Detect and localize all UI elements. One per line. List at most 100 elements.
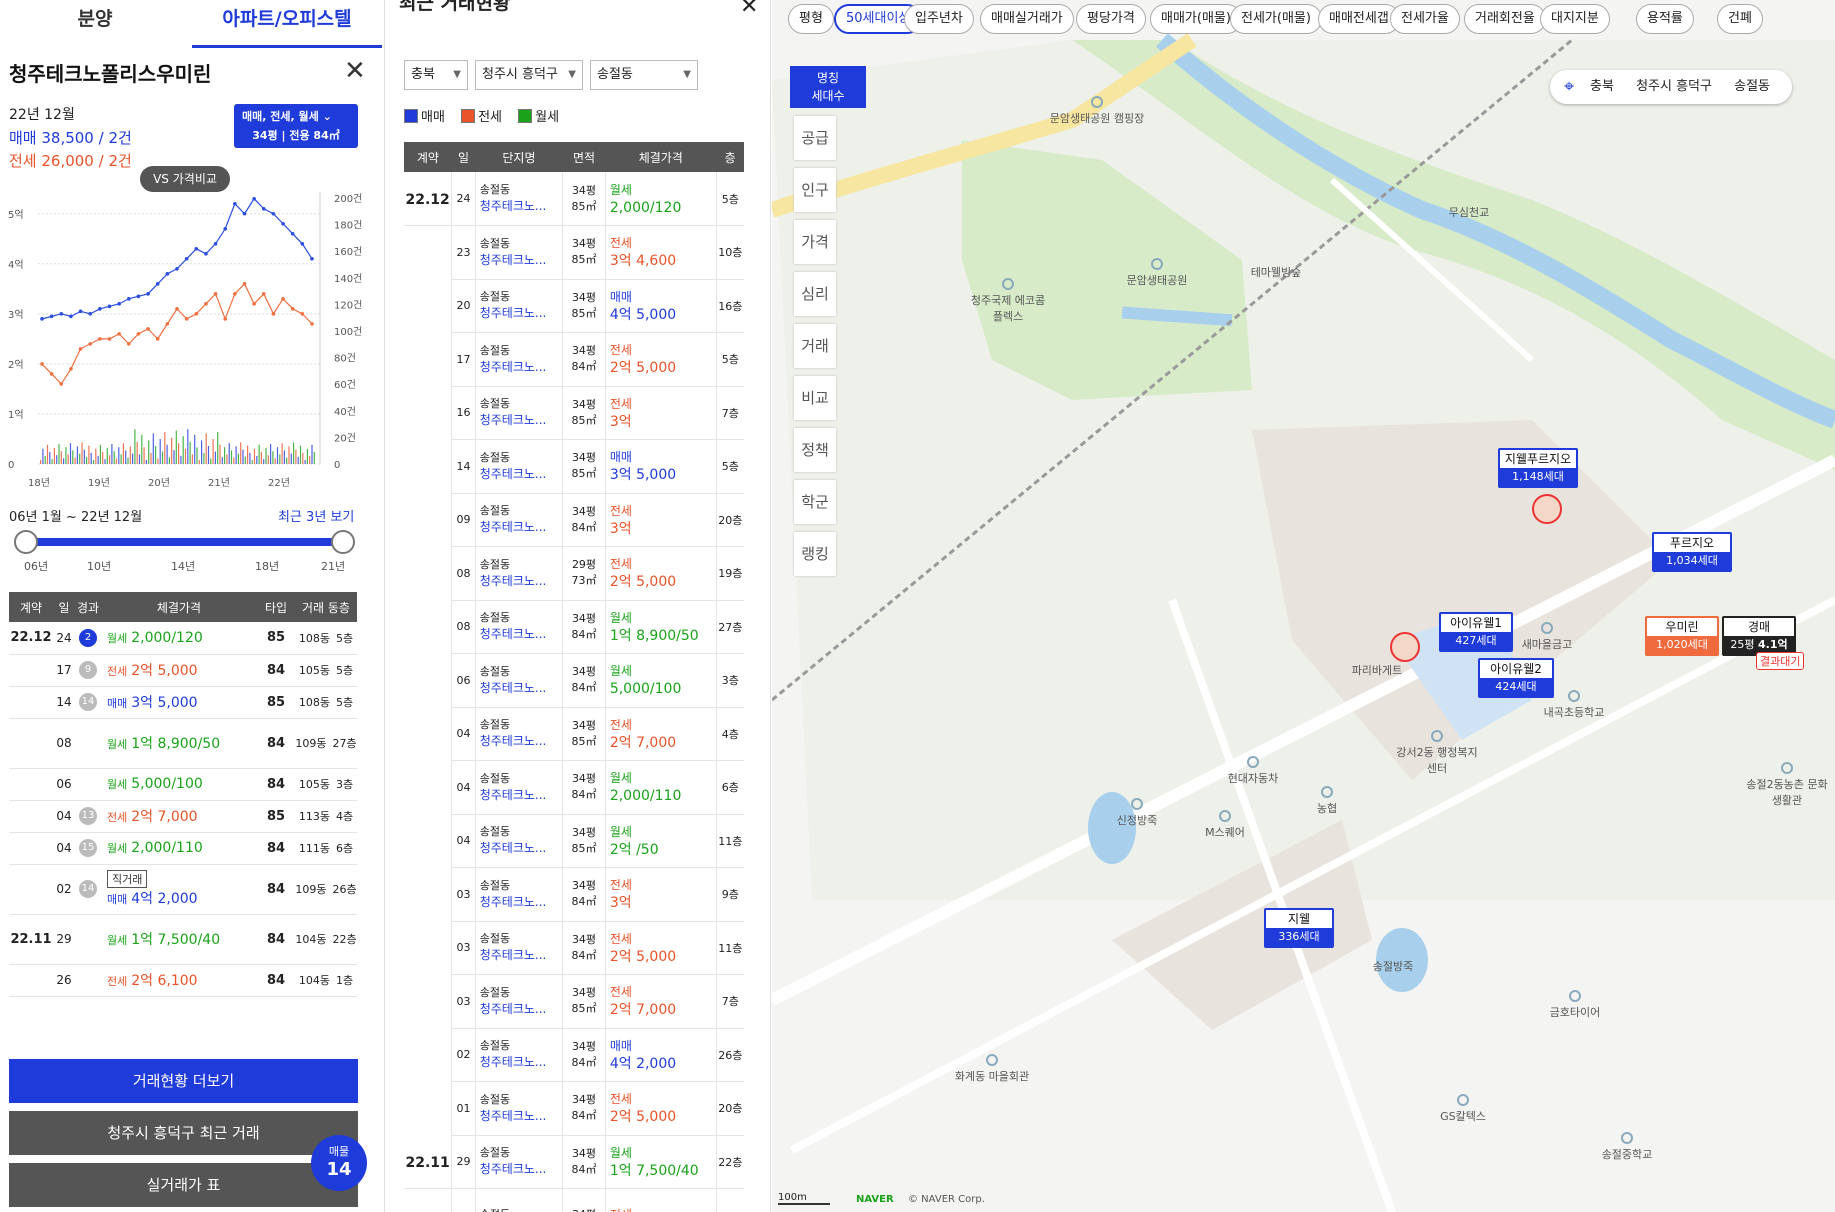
filter-chip[interactable]: 전세가(매물)	[1230, 4, 1322, 34]
table-row[interactable]: 04 송절동 청주테크노... 34평 85㎡ 월세 2억 /50 11층	[404, 814, 744, 868]
close-icon[interactable]: ✕	[740, 0, 758, 19]
place-label[interactable]: 청주국제 에코콤플렉스	[968, 278, 1048, 324]
table-row[interactable]: 22.12 24 송절동 청주테크노... 34평 85㎡ 월세 2,000/120 5층	[404, 172, 744, 226]
place-label[interactable]: 송절중학교	[1592, 1132, 1662, 1162]
table-row[interactable]: 03 송절동 청주테크노... 34평 84㎡ 전세 3억 9층	[404, 867, 744, 922]
table-row[interactable]: 20 송절동 청주테크노... 34평 85㎡ 매매 4억 5,000 16층	[404, 279, 744, 333]
side-menu-item[interactable]: 공급	[794, 116, 836, 160]
table-row[interactable]: 06 월세 5,000/100 84 105동 3층	[9, 768, 357, 801]
complex-cell[interactable]: 송절동	[474, 1188, 563, 1212]
sale-swatch[interactable]	[404, 109, 418, 123]
table-row[interactable]: 03 송절동 청주테크노... 34평 84㎡ 전세 2억 5,000 11층	[404, 921, 744, 975]
table-row[interactable]: 04 송절동 청주테크노... 34평 85㎡ 전세 2억 7,000 4층	[404, 707, 744, 761]
filter-chip[interactable]: 전세가율	[1390, 4, 1460, 34]
range-slider-end-handle[interactable]	[331, 530, 355, 554]
complex-cell[interactable]: 송절동 청주테크노...	[474, 814, 563, 868]
complex-cell[interactable]: 송절동 청주테크노...	[474, 439, 563, 494]
filter-chip[interactable]: 평당가격	[1076, 4, 1146, 34]
side-menu-item[interactable]: 인구	[794, 168, 836, 212]
side-menu-item[interactable]: 심리	[794, 272, 836, 316]
more-deals-button[interactable]: 거래현황 더보기	[9, 1059, 358, 1103]
close-icon[interactable]: ✕	[344, 58, 366, 84]
user-avatar[interactable]	[1532, 494, 1562, 524]
complex-cell[interactable]: 송절동 청주테크노...	[474, 332, 563, 387]
user-avatar[interactable]	[1390, 632, 1420, 662]
table-row[interactable]: 송절동34평 전세	[404, 1188, 744, 1212]
tab-bunyang[interactable]: 분양	[0, 0, 190, 48]
side-menu-item[interactable]: 거래	[794, 324, 836, 368]
filter-chip[interactable]: 매매가(매물)	[1150, 4, 1242, 34]
table-row[interactable]: 04 송절동 청주테크노... 34평 84㎡ 월세 2,000/110 6층	[404, 760, 744, 815]
side-menu-item[interactable]: 랭킹	[794, 532, 836, 576]
district-select[interactable]: 청주시 흥덕구 ▼	[475, 60, 583, 90]
dong-select[interactable]: 송절동 ▼	[590, 60, 698, 90]
complex-cell[interactable]: 송절동 청주테크노...	[474, 1081, 563, 1136]
table-row[interactable]: 02 송절동 청주테크노... 34평 84㎡ 매매 4억 2,000 26층	[404, 1028, 744, 1082]
place-label[interactable]: 강서2동 행정복지센터	[1392, 730, 1482, 776]
place-label[interactable]: 무심천교	[1434, 204, 1504, 220]
table-row[interactable]: 04 15 월세 2,000/110 84 111동 6층	[9, 832, 357, 865]
place-label[interactable]: GS칼텍스	[1428, 1094, 1498, 1124]
filter-chip[interactable]: 입주년차	[904, 4, 974, 34]
filter-chip[interactable]: 용적률	[1636, 4, 1694, 34]
table-row[interactable]: 04 13 전세 2억 7,000 85 113동 4층	[9, 800, 357, 833]
location-bar[interactable]: ⌖ 충북 청주시 흥덕구 송절동	[1550, 70, 1792, 104]
table-row[interactable]: 14 14 매매 3억 5,000 85 108동 5층	[9, 686, 357, 719]
complex-marker[interactable]: 푸르지오 1,034세대	[1652, 532, 1732, 572]
listing-count-badge[interactable]: 매물 14	[311, 1135, 367, 1191]
table-row[interactable]: 22.11 29 월세 1억 7,500/40 84 104동 22층	[9, 914, 357, 965]
table-row[interactable]: 22.11 29 송절동 청주테크노... 34평 84㎡ 월세 1억 7,500/40 22층	[404, 1135, 744, 1189]
place-label[interactable]: 문암생태공원	[1112, 258, 1202, 288]
filter-chip[interactable]: 대지지분	[1540, 4, 1610, 34]
place-label[interactable]: 신정방죽	[1102, 798, 1172, 828]
province-select[interactable]: 충북 ▼	[404, 60, 468, 90]
table-row[interactable]: 22.12 24 2 월세 2,000/120 85 108동 5층	[9, 622, 357, 655]
name-households-toggle[interactable]: 명칭 세대수	[790, 66, 866, 108]
real-price-table-button[interactable]: 실거래가 표	[9, 1163, 358, 1207]
filter-chip[interactable]: 거래회전율	[1464, 4, 1546, 34]
place-label[interactable]: M스퀘어	[1190, 810, 1260, 840]
deal-type-select[interactable]: 매매, 전세, 월세 ⌄ 34평 | 전용 84㎡	[234, 104, 358, 148]
complex-cell[interactable]: 송절동 청주테크노...	[474, 386, 563, 440]
tab-apartment-officetel[interactable]: 아파트/오피스텔	[192, 0, 382, 48]
table-row[interactable]: 14 송절동 청주테크노... 34평 85㎡ 매매 3억 5,000 5층	[404, 439, 744, 494]
complex-cell[interactable]: 송절동 청주테크노...	[474, 600, 563, 654]
filter-chip[interactable]: 건폐	[1717, 4, 1763, 34]
map-view[interactable]: 평형 50세대이상 입주년차 매매실거래가 평당가격 매매가(매물) 전세가(매물) 매매전세…	[772, 0, 1835, 1212]
complex-marker[interactable]: 지웰푸르지오 1,148세대	[1498, 448, 1578, 488]
complex-cell[interactable]: 송절동 청주테크노...	[474, 974, 563, 1029]
table-row[interactable]: 06 송절동 청주테크노... 34평 84㎡ 월세 5,000/100 3층	[404, 653, 744, 708]
place-label[interactable]: 내곡초등학교	[1534, 690, 1614, 720]
range-slider-track[interactable]	[24, 538, 342, 546]
umirin-marker[interactable]: 우미린 1,020세대	[1645, 616, 1719, 656]
complex-cell[interactable]: 송절동 청주테크노...	[474, 1028, 563, 1082]
place-label[interactable]: 테마웰빙숲	[1236, 264, 1316, 280]
filter-chip[interactable]: 매매실거래가	[980, 4, 1074, 34]
place-label[interactable]: 파리바게트	[1342, 662, 1412, 678]
table-row[interactable]: 08 송절동 청주테크노... 29평 73㎡ 전세 2억 5,000 19층	[404, 546, 744, 601]
place-label[interactable]: 송절방죽	[1358, 958, 1428, 974]
table-row[interactable]: 23 송절동 청주테크노... 34평 85㎡ 전세 3억 4,600 10층	[404, 225, 744, 280]
complex-cell[interactable]: 송절동 청주테크노...	[474, 493, 563, 547]
complex-cell[interactable]: 송절동 청주테크노...	[474, 546, 563, 601]
table-row[interactable]: 01 송절동 청주테크노... 34평 84㎡ 전세 2억 5,000 20층	[404, 1081, 744, 1136]
complex-cell[interactable]: 송절동 청주테크노...	[474, 1135, 563, 1189]
table-row[interactable]: 03 송절동 청주테크노... 34평 85㎡ 전세 2억 7,000 7층	[404, 974, 744, 1029]
recent-3years-link[interactable]: 최근 3년 보기	[278, 506, 354, 525]
complex-cell[interactable]: 송절동 청주테크노...	[474, 921, 563, 975]
table-row[interactable]: 26 전세 2억 6,100 84 104동 1층	[9, 964, 357, 997]
place-label[interactable]: 송절2동농촌 문화생활관	[1742, 762, 1832, 808]
auction-marker[interactable]: 경매 25평 4.1억	[1722, 616, 1796, 656]
jeonse-swatch[interactable]	[461, 109, 476, 123]
filter-chip[interactable]: 매매전세갭	[1318, 4, 1400, 34]
crosshair-icon[interactable]: ⌖	[1564, 70, 1574, 104]
table-row[interactable]: 17 송절동 청주테크노... 34평 84㎡ 전세 2억 5,000 5층	[404, 332, 744, 387]
side-menu-item[interactable]: 학군	[794, 480, 836, 524]
side-menu-item[interactable]: 비교	[794, 376, 836, 420]
complex-cell[interactable]: 송절동 청주테크노...	[474, 867, 563, 922]
district-recent-deals-button[interactable]: 청주시 흥덕구 최근 거래	[9, 1111, 358, 1155]
table-row[interactable]: 02 14 직거래 매매 4억 2,000 84 109동 26층	[9, 864, 357, 915]
table-row[interactable]: 17 9 전세 2억 5,000 84 105동 5층	[9, 654, 357, 687]
complex-marker[interactable]: 아이유웰1 427세대	[1439, 612, 1513, 652]
place-label[interactable]: 농협	[1302, 786, 1352, 816]
